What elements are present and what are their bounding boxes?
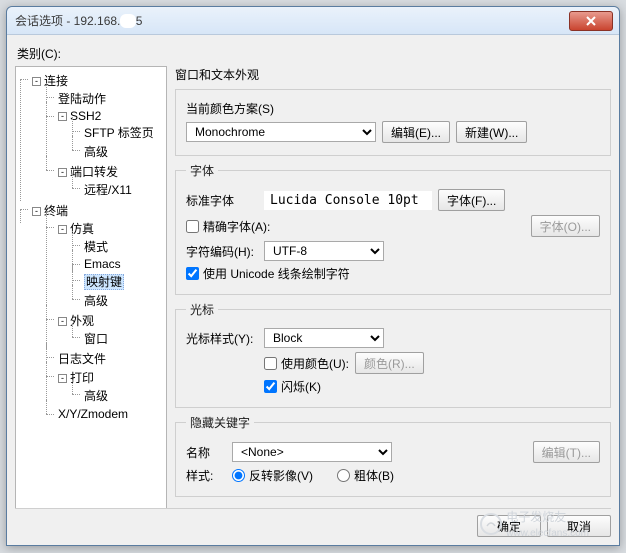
dialog-body: 类别(C): -连接 登陆动作 -SSH2 SFTP 标签页 高级 [15, 41, 611, 537]
ok-button[interactable]: 确定 [477, 515, 541, 534]
keyword-style-label: 样式: [186, 467, 226, 484]
unicode-linedraw-checkbox[interactable]: 使用 Unicode 线条绘制字符 [186, 265, 350, 282]
use-color-checkbox[interactable]: 使用颜色(U): [264, 355, 349, 372]
tree-node-mapkeys[interactable]: 映射键 [84, 274, 124, 290]
cursor-style-label: 光标样式(Y): [186, 330, 258, 347]
settings-panel: 窗口和文本外观 当前颜色方案(S) Monochrome 编辑(E)... 新建… [175, 66, 611, 534]
new-scheme-button[interactable]: 新建(W)... [456, 121, 527, 143]
tree-toggle-icon[interactable]: - [58, 225, 67, 234]
tree-node-logfiles[interactable]: 日志文件 [58, 352, 106, 366]
font-legend: 字体 [186, 162, 218, 179]
category-tree[interactable]: -连接 登陆动作 -SSH2 SFTP 标签页 高级 -端口转发 [15, 66, 167, 534]
tree-toggle-icon[interactable]: - [32, 207, 41, 216]
category-label: 类别(C): [17, 45, 609, 62]
tree-node-port-forward[interactable]: 端口转发 [70, 165, 118, 179]
keyword-name-select[interactable]: <None> [232, 442, 392, 462]
keyword-name-label: 名称 [186, 444, 226, 461]
dialog-button-bar: 确定 取消 [175, 508, 611, 534]
tree-node-terminal[interactable]: 终端 [44, 204, 68, 218]
tree-toggle-icon[interactable]: - [58, 374, 67, 383]
edit-scheme-button[interactable]: 编辑(E)... [382, 121, 450, 143]
tree-node-mode[interactable]: 模式 [84, 240, 108, 254]
tree-node-connection[interactable]: 连接 [44, 74, 68, 88]
keyword-edit-button: 编辑(T)... [533, 441, 600, 463]
window-title: 会话选项 - 192.168. 5 [13, 12, 569, 29]
font-button[interactable]: 字体(F)... [438, 189, 505, 211]
tree-node-advanced[interactable]: 高级 [84, 145, 108, 159]
tree-node-login-action[interactable]: 登陆动作 [58, 92, 106, 106]
tree-node-ssh2[interactable]: SSH2 [70, 109, 101, 123]
cancel-button[interactable]: 取消 [547, 515, 611, 534]
tree-node-remote-x11[interactable]: 远程/X11 [84, 183, 132, 197]
tree-node-window[interactable]: 窗口 [84, 332, 108, 346]
color-scheme-group: 当前颜色方案(S) Monochrome 编辑(E)... 新建(W)... [175, 89, 611, 156]
tree-node-appearance[interactable]: 外观 [70, 314, 94, 328]
style-invert-radio[interactable]: 反转影像(V) [232, 467, 313, 484]
tree-node-print[interactable]: 打印 [70, 371, 94, 385]
session-options-window: 会话选项 - 192.168. 5 类别(C): -连接 登陆动作 -SSH2 [6, 6, 620, 546]
tree-toggle-icon[interactable]: - [58, 112, 67, 121]
standard-font-label: 标准字体 [186, 192, 258, 209]
charset-label: 字符编码(H): [186, 243, 258, 260]
tree-toggle-icon[interactable]: - [32, 77, 41, 86]
scheme-label: 当前颜色方案(S) [186, 100, 274, 117]
panel-heading: 窗口和文本外观 [175, 66, 611, 83]
tree-node-sftp-tab[interactable]: SFTP 标签页 [84, 126, 154, 140]
cursor-legend: 光标 [186, 301, 218, 318]
tree-toggle-icon[interactable]: - [58, 317, 67, 326]
titlebar: 会话选项 - 192.168. 5 [7, 7, 619, 35]
color-scheme-select[interactable]: Monochrome [186, 122, 376, 142]
tree-node-emacs[interactable]: Emacs [84, 257, 121, 271]
hide-keyword-legend: 隐藏关键字 [186, 414, 254, 431]
tree-node-advanced[interactable]: 高级 [84, 389, 108, 403]
font-group: 字体 标准字体 Lucida Console 10pt 字体(F)... 精确字… [175, 162, 611, 295]
cursor-group: 光标 光标样式(Y): Block 使用颜色(U): 颜色(R)... 闪烁(K… [175, 301, 611, 408]
standard-font-display: Lucida Console 10pt [264, 191, 432, 210]
exact-font-checkbox[interactable]: 精确字体(A): [186, 218, 270, 235]
tree-node-emulation[interactable]: 仿真 [70, 222, 94, 236]
style-bold-radio[interactable]: 粗体(B) [337, 467, 394, 484]
exact-font-button: 字体(O)... [531, 215, 600, 237]
tree-node-advanced[interactable]: 高级 [84, 294, 108, 308]
close-button[interactable] [569, 11, 613, 31]
hide-keyword-group: 隐藏关键字 名称 <None> 编辑(T)... 样式: 反转影像(V) 粗体(… [175, 414, 611, 497]
close-icon [586, 16, 596, 26]
tree-node-xyzmodem[interactable]: X/Y/Zmodem [58, 407, 128, 421]
cursor-style-select[interactable]: Block [264, 328, 384, 348]
tree-toggle-icon[interactable]: - [58, 168, 67, 177]
cursor-color-button: 颜色(R)... [355, 352, 424, 374]
blink-checkbox[interactable]: 闪烁(K) [264, 378, 321, 395]
charset-select[interactable]: UTF-8 [264, 241, 384, 261]
